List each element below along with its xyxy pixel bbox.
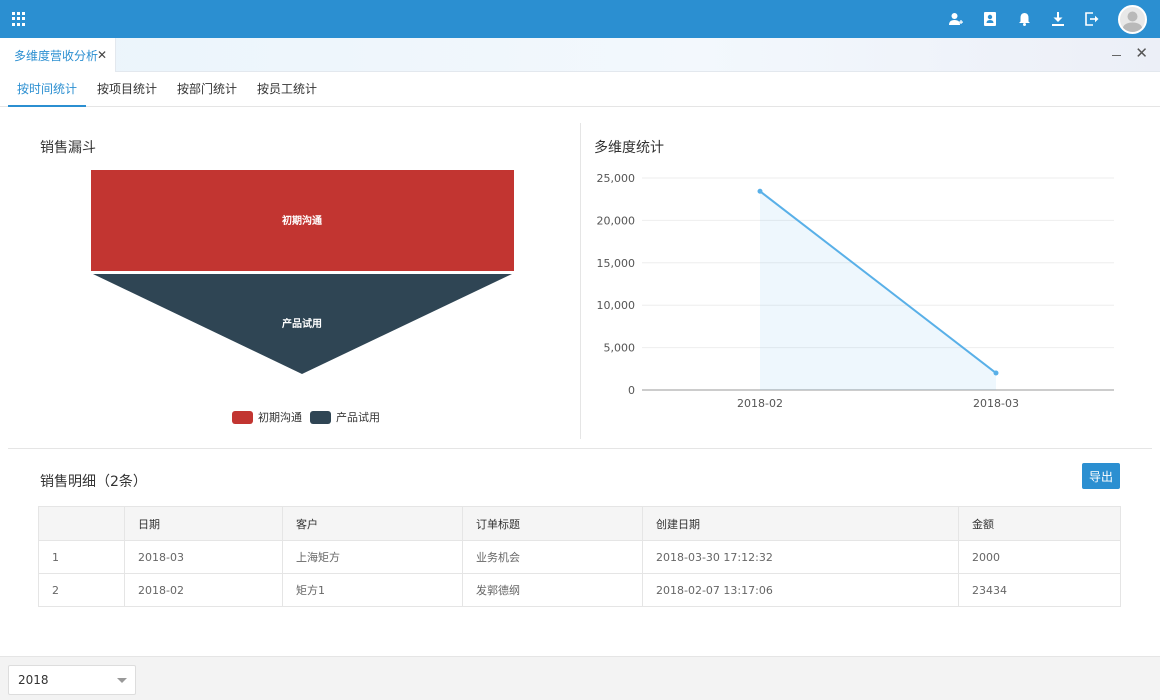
legend-swatch bbox=[232, 410, 253, 424]
subtab-by-department[interactable]: 按部门统计 bbox=[177, 72, 237, 107]
legend-label: 初期沟通 bbox=[258, 411, 302, 424]
apps-grid-icon[interactable] bbox=[12, 12, 26, 26]
footer-bar: 2018 bbox=[0, 656, 1160, 700]
bell-icon[interactable] bbox=[1016, 11, 1032, 27]
tab-close-icon[interactable]: ✕ bbox=[97, 48, 107, 62]
table-row[interactable]: 1 2018-03 上海矩方 业务机会 2018-03-30 17:12:32 … bbox=[38, 540, 1121, 574]
subtab-by-project[interactable]: 按项目统计 bbox=[97, 72, 157, 107]
cell-amount: 2000 bbox=[958, 540, 1121, 574]
col-header-order-title[interactable]: 订单标题 bbox=[462, 506, 643, 541]
top-bar bbox=[0, 0, 1160, 38]
cell-created: 2018-03-30 17:12:32 bbox=[642, 540, 959, 574]
cell-order-title: 业务机会 bbox=[462, 540, 643, 574]
col-header-index bbox=[38, 506, 125, 541]
cell-customer: 上海矩方 bbox=[282, 540, 463, 574]
cell-date: 2018-03 bbox=[124, 540, 283, 574]
cell-index: 2 bbox=[38, 573, 125, 607]
contacts-icon[interactable] bbox=[982, 11, 998, 27]
y-tick-label: 25,000 bbox=[597, 172, 636, 185]
x-tick-label: 2018-02 bbox=[737, 397, 783, 410]
minimize-icon[interactable] bbox=[1110, 46, 1124, 60]
col-header-created[interactable]: 创建日期 bbox=[642, 506, 959, 541]
subtab-by-time[interactable]: 按时间统计 bbox=[8, 72, 87, 107]
subtab-by-employee[interactable]: 按员工统计 bbox=[257, 72, 317, 107]
table-row[interactable]: 2 2018-02 矩方1 发郭德纲 2018-02-07 13:17:06 2… bbox=[38, 573, 1121, 607]
add-user-icon[interactable] bbox=[948, 11, 964, 27]
sales-detail-table: 日期 客户 订单标题 创建日期 金额 1 2018-03 上海矩方 业务机会 2… bbox=[38, 506, 1121, 607]
section-divider bbox=[8, 448, 1152, 449]
funnel-stage-label: 产品试用 bbox=[282, 317, 322, 330]
col-header-amount[interactable]: 金额 bbox=[958, 506, 1121, 541]
top-icons bbox=[948, 0, 1100, 38]
stat-tabs: 按时间统计 按项目统计 按部门统计 按员工统计 bbox=[0, 72, 1160, 107]
cell-order-title: 发郭德纲 bbox=[462, 573, 643, 607]
funnel-title: 销售漏斗 bbox=[40, 140, 96, 156]
legend-item[interactable]: 初期沟通 bbox=[232, 409, 302, 425]
table-header-row: 日期 客户 订单标题 创建日期 金额 bbox=[38, 506, 1121, 541]
multi-dimension-chart: 0 5,000 10,000 15,000 20,000 25,000 2018-02 201… bbox=[597, 172, 1114, 410]
col-header-date[interactable]: 日期 bbox=[124, 506, 283, 541]
logout-icon[interactable] bbox=[1084, 11, 1100, 27]
y-tick-label: 15,000 bbox=[597, 257, 636, 270]
chevron-down-icon bbox=[117, 678, 127, 683]
col-header-customer[interactable]: 客户 bbox=[282, 506, 463, 541]
tab-label: 多维度营收分析 bbox=[14, 48, 99, 63]
legend-item[interactable]: 产品试用 bbox=[310, 409, 380, 425]
year-select-value: 2018 bbox=[18, 673, 49, 687]
tab-bar: 多维度营收分析 ✕ ✕ bbox=[0, 38, 1160, 72]
cell-created: 2018-02-07 13:17:06 bbox=[642, 573, 959, 607]
cell-amount: 23434 bbox=[958, 573, 1121, 607]
legend-label: 产品试用 bbox=[336, 411, 380, 424]
cell-date: 2018-02 bbox=[124, 573, 283, 607]
x-tick-label: 2018-03 bbox=[973, 397, 1019, 410]
user-avatar[interactable] bbox=[1118, 5, 1147, 34]
chart-title: 多维度统计 bbox=[594, 140, 664, 156]
y-tick-label: 20,000 bbox=[597, 214, 636, 227]
series-area bbox=[760, 191, 996, 390]
y-tick-label: 10,000 bbox=[597, 299, 636, 312]
cell-index: 1 bbox=[38, 540, 125, 574]
data-point[interactable] bbox=[757, 188, 763, 194]
tab-revenue-analysis[interactable]: 多维度营收分析 ✕ bbox=[0, 38, 116, 72]
cell-customer: 矩方1 bbox=[282, 573, 463, 607]
detail-title: 销售明细（2条） bbox=[40, 474, 147, 490]
data-point[interactable] bbox=[993, 370, 999, 376]
year-select[interactable]: 2018 bbox=[8, 665, 136, 695]
window-close-icon[interactable]: ✕ bbox=[1135, 46, 1148, 61]
y-tick-label: 0 bbox=[628, 384, 635, 397]
y-tick-label: 5,000 bbox=[604, 342, 636, 355]
funnel-legend: 初期沟通 产品试用 bbox=[232, 409, 388, 425]
export-button[interactable]: 导出 bbox=[1082, 463, 1120, 489]
legend-swatch bbox=[310, 410, 331, 424]
funnel-stage-label: 初期沟通 bbox=[282, 214, 322, 227]
download-icon[interactable] bbox=[1050, 11, 1066, 27]
funnel-chart: 初期沟通 产品试用 bbox=[91, 170, 514, 374]
